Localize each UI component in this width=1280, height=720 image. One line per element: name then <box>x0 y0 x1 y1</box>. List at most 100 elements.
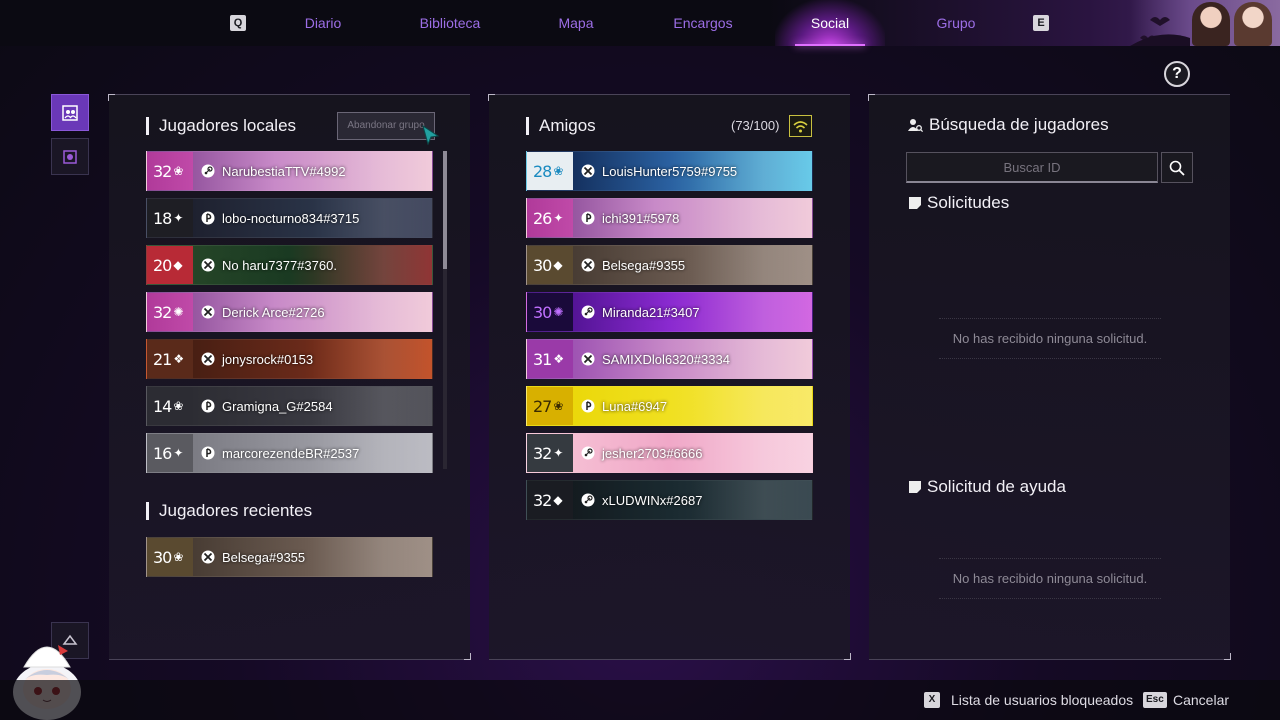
steam-platform-icon <box>201 164 215 178</box>
playstation-platform-icon <box>201 446 215 460</box>
player-card-art <box>692 246 812 284</box>
rank-emblem-icon: ✦ <box>553 446 564 460</box>
xbox-platform-icon <box>201 550 215 564</box>
player-name: LouisHunter5759#9755 <box>602 163 738 179</box>
player-level-badge: 26 ✦ <box>527 199 573 237</box>
player-level-badge: 27 ❀ <box>527 387 573 425</box>
local-player-row[interactable]: 21 ❖ jonysrock#0153 <box>146 339 433 379</box>
guild-icon <box>63 149 77 164</box>
rank-emblem-icon: ❀ <box>173 164 184 178</box>
tab-encargos[interactable]: Encargos <box>648 0 758 46</box>
friend-row[interactable]: 30 ✺ Miranda21#3407 <box>526 292 813 332</box>
player-level-badge: 16 ✦ <box>147 434 193 472</box>
player-card-art <box>692 199 812 237</box>
rail-social-button[interactable] <box>51 94 89 131</box>
search-id-input[interactable] <box>906 152 1158 183</box>
local-player-row[interactable]: 18 ✦ lobo-nocturno834#3715 <box>146 198 433 238</box>
player-level: 31 <box>533 349 552 369</box>
player-level-badge: 32 ✦ <box>527 434 573 472</box>
player-level: 21 <box>153 349 172 369</box>
player-level-badge: 32 ✺ <box>147 293 193 331</box>
requests-empty-message: No has recibido ninguna solicitud. <box>939 318 1161 359</box>
player-level: 30 <box>153 547 172 567</box>
player-level-badge: 20 ◆ <box>147 246 193 284</box>
friend-row[interactable]: 32 ✦ jesher2703#6666 <box>526 433 813 473</box>
rank-emblem-icon: ✦ <box>173 446 184 460</box>
xbox-platform-icon <box>201 352 215 366</box>
playstation-platform-icon <box>581 399 595 413</box>
local-player-row[interactable]: 14 ❀ Gramigna_G#2584 <box>146 386 433 426</box>
player-name: Gramigna_G#2584 <box>222 398 333 414</box>
player-name: Derick Arce#2726 <box>222 304 325 320</box>
tab-social[interactable]: Social <box>775 0 885 46</box>
player-name: lobo-nocturno834#3715 <box>222 210 360 226</box>
player-level-badge: 28 ❀ <box>527 152 573 190</box>
friends-title: Amigos <box>526 117 596 135</box>
search-button[interactable] <box>1161 152 1193 183</box>
recent-player-row[interactable]: 30 ❀ Belsega#9355 <box>146 537 433 577</box>
player-level: 28 <box>533 161 552 181</box>
player-name: Belsega#9355 <box>602 257 686 273</box>
friend-row[interactable]: 31 ❖ SAMIXDlol6320#3334 <box>526 339 813 379</box>
friend-row[interactable]: 27 ❀ Luna#6947 <box>526 386 813 426</box>
prev-tab-key-hint: Q <box>230 15 246 31</box>
player-card-art <box>692 387 812 425</box>
tab-diario[interactable]: Diario <box>268 0 378 46</box>
player-search-title: Búsqueda de jugadores <box>907 116 1109 134</box>
character-portrait-1 <box>1192 2 1230 46</box>
tab-grupo[interactable]: Grupo <box>901 0 1011 46</box>
leave-group-button[interactable]: Abandonar grupo <box>337 112 435 140</box>
tab-biblioteca[interactable]: Biblioteca <box>395 0 505 46</box>
top-navigation: Q Diario Biblioteca Mapa Encargos Social… <box>0 0 1280 46</box>
help-requests-title: Solicitud de ayuda <box>909 478 1066 496</box>
xbox-platform-icon <box>201 258 215 272</box>
mouse-cursor-icon <box>422 125 440 145</box>
player-level: 26 <box>533 208 552 228</box>
friend-row[interactable]: 30 ◆ Belsega#9355 <box>526 245 813 285</box>
rail-guild-button[interactable] <box>51 138 89 175</box>
requests-title-text: Solicitudes <box>927 193 1010 212</box>
xbox-platform-icon <box>201 305 215 319</box>
friend-row[interactable]: 26 ✦ ichi391#5978 <box>526 198 813 238</box>
player-level: 32 <box>153 161 172 181</box>
online-filter-button[interactable] <box>789 115 812 137</box>
local-player-row[interactable]: 32 ✺ Derick Arce#2726 <box>146 292 433 332</box>
character-portrait-2 <box>1234 2 1272 46</box>
player-name: ichi391#5978 <box>602 210 680 226</box>
user-search-icon <box>908 119 923 133</box>
player-level: 32 <box>533 443 552 463</box>
cancel-button[interactable]: Cancelar <box>1173 692 1229 708</box>
player-name: No haru7377#3760. <box>222 257 337 273</box>
playstation-platform-icon <box>201 211 215 225</box>
player-card-art <box>692 293 812 331</box>
player-name: Luna#6947 <box>602 398 668 414</box>
player-level-badge: 14 ❀ <box>147 387 193 425</box>
player-level: 14 <box>153 396 172 416</box>
player-level-badge: 21 ❖ <box>147 340 193 378</box>
friend-row[interactable]: 28 ❀ LouisHunter5759#9755 <box>526 151 813 191</box>
local-list-scroll-thumb[interactable] <box>443 151 447 269</box>
blocked-users-button[interactable]: Lista de usuarios bloqueados <box>951 692 1133 708</box>
header-decoration <box>1130 0 1280 46</box>
player-search-title-text: Búsqueda de jugadores <box>929 115 1109 134</box>
local-player-row[interactable]: 16 ✦ marcorezendeBR#2537 <box>146 433 433 473</box>
wifi-icon <box>793 120 808 132</box>
player-level: 18 <box>153 208 172 228</box>
friend-row[interactable]: 32 ◆ xLUDWINx#2687 <box>526 480 813 520</box>
player-name: jesher2703#6666 <box>602 445 703 461</box>
rank-emblem-icon: ✺ <box>553 305 564 319</box>
player-level: 20 <box>153 255 172 275</box>
rank-emblem-icon: ❖ <box>553 352 565 366</box>
player-level-badge: 31 ❖ <box>527 340 573 378</box>
local-player-row[interactable]: 20 ◆ No haru7377#3760. <box>146 245 433 285</box>
local-player-row[interactable]: 32 ❀ NarubestiaTTV#4992 <box>146 151 433 191</box>
help-button[interactable]: ? <box>1164 61 1190 87</box>
rank-emblem-icon: ◆ <box>553 493 563 507</box>
requests-title: Solicitudes <box>909 194 1009 212</box>
blocked-list-key-hint: X <box>924 692 940 708</box>
player-name: SAMIXDlol6320#3334 <box>602 351 730 367</box>
xbox-platform-icon <box>581 352 595 366</box>
player-level: 30 <box>533 302 552 322</box>
help-requests-title-text: Solicitud de ayuda <box>927 477 1066 496</box>
tab-mapa[interactable]: Mapa <box>521 0 631 46</box>
